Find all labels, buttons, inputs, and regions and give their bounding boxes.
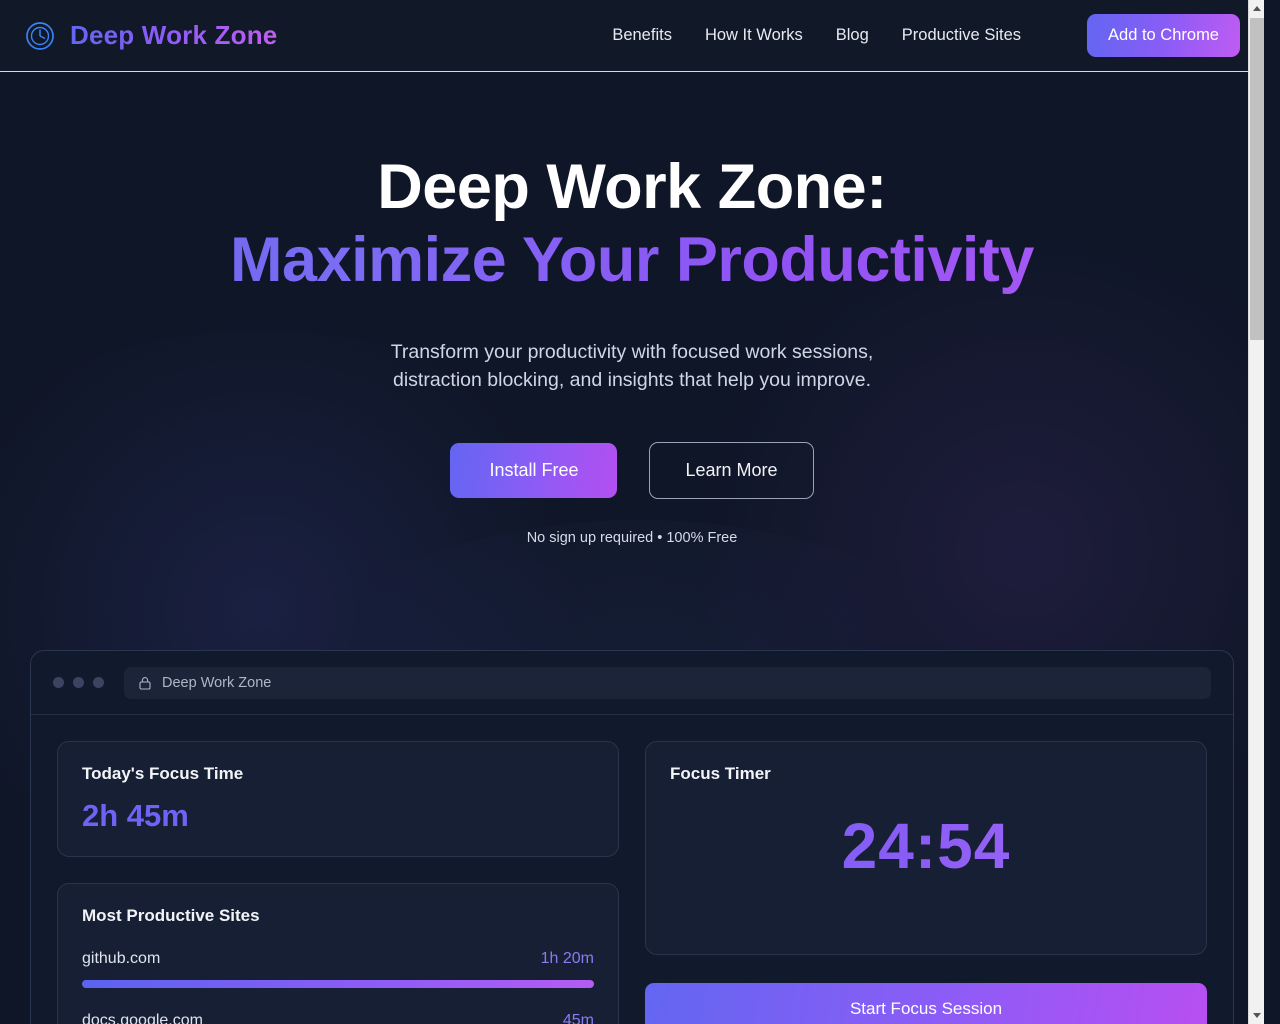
address-bar-text: Deep Work Zone (162, 674, 272, 691)
add-to-chrome-button[interactable]: Add to Chrome (1087, 14, 1240, 57)
nav-item-productive-sites[interactable]: Productive Sites (902, 26, 1021, 45)
focus-time-value: 2h 45m (82, 798, 189, 834)
site-row: github.com 1h 20m (82, 950, 594, 968)
dashboard-body: Today's Focus Time 2h 45m Most Productiv… (31, 715, 1233, 1024)
hero-subtitle: Transform your productivity with focused… (0, 338, 1264, 395)
lock-icon (139, 677, 151, 690)
install-free-button[interactable]: Install Free (450, 443, 618, 499)
brand-name: Deep Work Zone (70, 20, 278, 50)
brand[interactable]: Deep Work Zone (24, 20, 277, 52)
browser-mockup: Deep Work Zone Today's Focus Time 2h 45m… (30, 650, 1234, 1024)
focus-timer-card: Focus Timer 24:54 (645, 741, 1207, 956)
learn-more-button[interactable]: Learn More (649, 442, 814, 500)
window-controls (53, 677, 104, 689)
site-time: 1h 20m (540, 950, 594, 968)
productive-sites-title: Most Productive Sites (82, 906, 260, 926)
nav-item-how-it-works[interactable]: How It Works (705, 26, 803, 45)
site-name: docs.google.com (82, 1012, 203, 1024)
site-progress-fill (82, 980, 594, 989)
focus-time-card: Today's Focus Time 2h 45m (57, 741, 619, 858)
scroll-up-button[interactable] (1249, 0, 1264, 17)
scroll-down-button[interactable] (1249, 1007, 1264, 1024)
nav-item-benefits[interactable]: Benefits (612, 26, 672, 45)
hero-subtitle-line1: Transform your productivity with focused… (390, 340, 874, 363)
page-title-line2: Maximize Your Productivity (0, 226, 1264, 294)
dashboard-left-column: Today's Focus Time 2h 45m Most Productiv… (57, 741, 619, 1024)
hero-subtitle-line2: distraction blocking, and insights that … (392, 369, 872, 391)
focus-time-title: Today's Focus Time (82, 764, 244, 784)
hero-section: Deep Work Zone: Maximize Your Productivi… (0, 72, 1264, 547)
site-name: github.com (82, 950, 161, 968)
chevron-up-icon (1253, 6, 1261, 11)
vertical-scrollbar[interactable] (1248, 0, 1264, 1024)
focus-timer-title: Focus Timer (670, 764, 771, 784)
window-dot-maximize[interactable] (93, 677, 104, 689)
site-time: 45m (562, 1012, 594, 1024)
dashboard-right-column: Focus Timer 24:54 Start Focus Session Bl… (645, 741, 1207, 1024)
hero-note: No sign up required • 100% Free (526, 530, 738, 547)
window-dot-close[interactable] (53, 677, 64, 689)
scrollbar-thumb[interactable] (1250, 18, 1264, 340)
mockup-browser-bar: Deep Work Zone (31, 651, 1233, 716)
nav-item-blog[interactable]: Blog (836, 26, 869, 45)
main-nav: Benefits How It Works Blog Productive Si… (612, 14, 1240, 57)
hero-button-row: Install Free Learn More (0, 442, 1264, 500)
productive-sites-card: Most Productive Sites github.com 1h 20m … (57, 883, 619, 1024)
focus-timer-value: 24:54 (670, 809, 1182, 883)
site-row: docs.google.com 45m (82, 1012, 594, 1024)
chevron-down-icon (1253, 1013, 1261, 1018)
page-viewport: Deep Work Zone Benefits How It Works Blo… (0, 0, 1264, 1024)
start-focus-session-button[interactable]: Start Focus Session (645, 983, 1207, 1024)
site-header: Deep Work Zone Benefits How It Works Blo… (0, 0, 1264, 72)
page-title: Deep Work Zone: Maximize Your Productivi… (0, 154, 1264, 294)
address-bar[interactable]: Deep Work Zone (124, 666, 1211, 699)
window-dot-minimize[interactable] (73, 677, 84, 689)
page-title-line1: Deep Work Zone: (377, 152, 887, 222)
timer-actions: Start Focus Session Block Distractions (645, 983, 1207, 1024)
site-progress-track (82, 980, 594, 989)
clock-icon (26, 21, 54, 50)
